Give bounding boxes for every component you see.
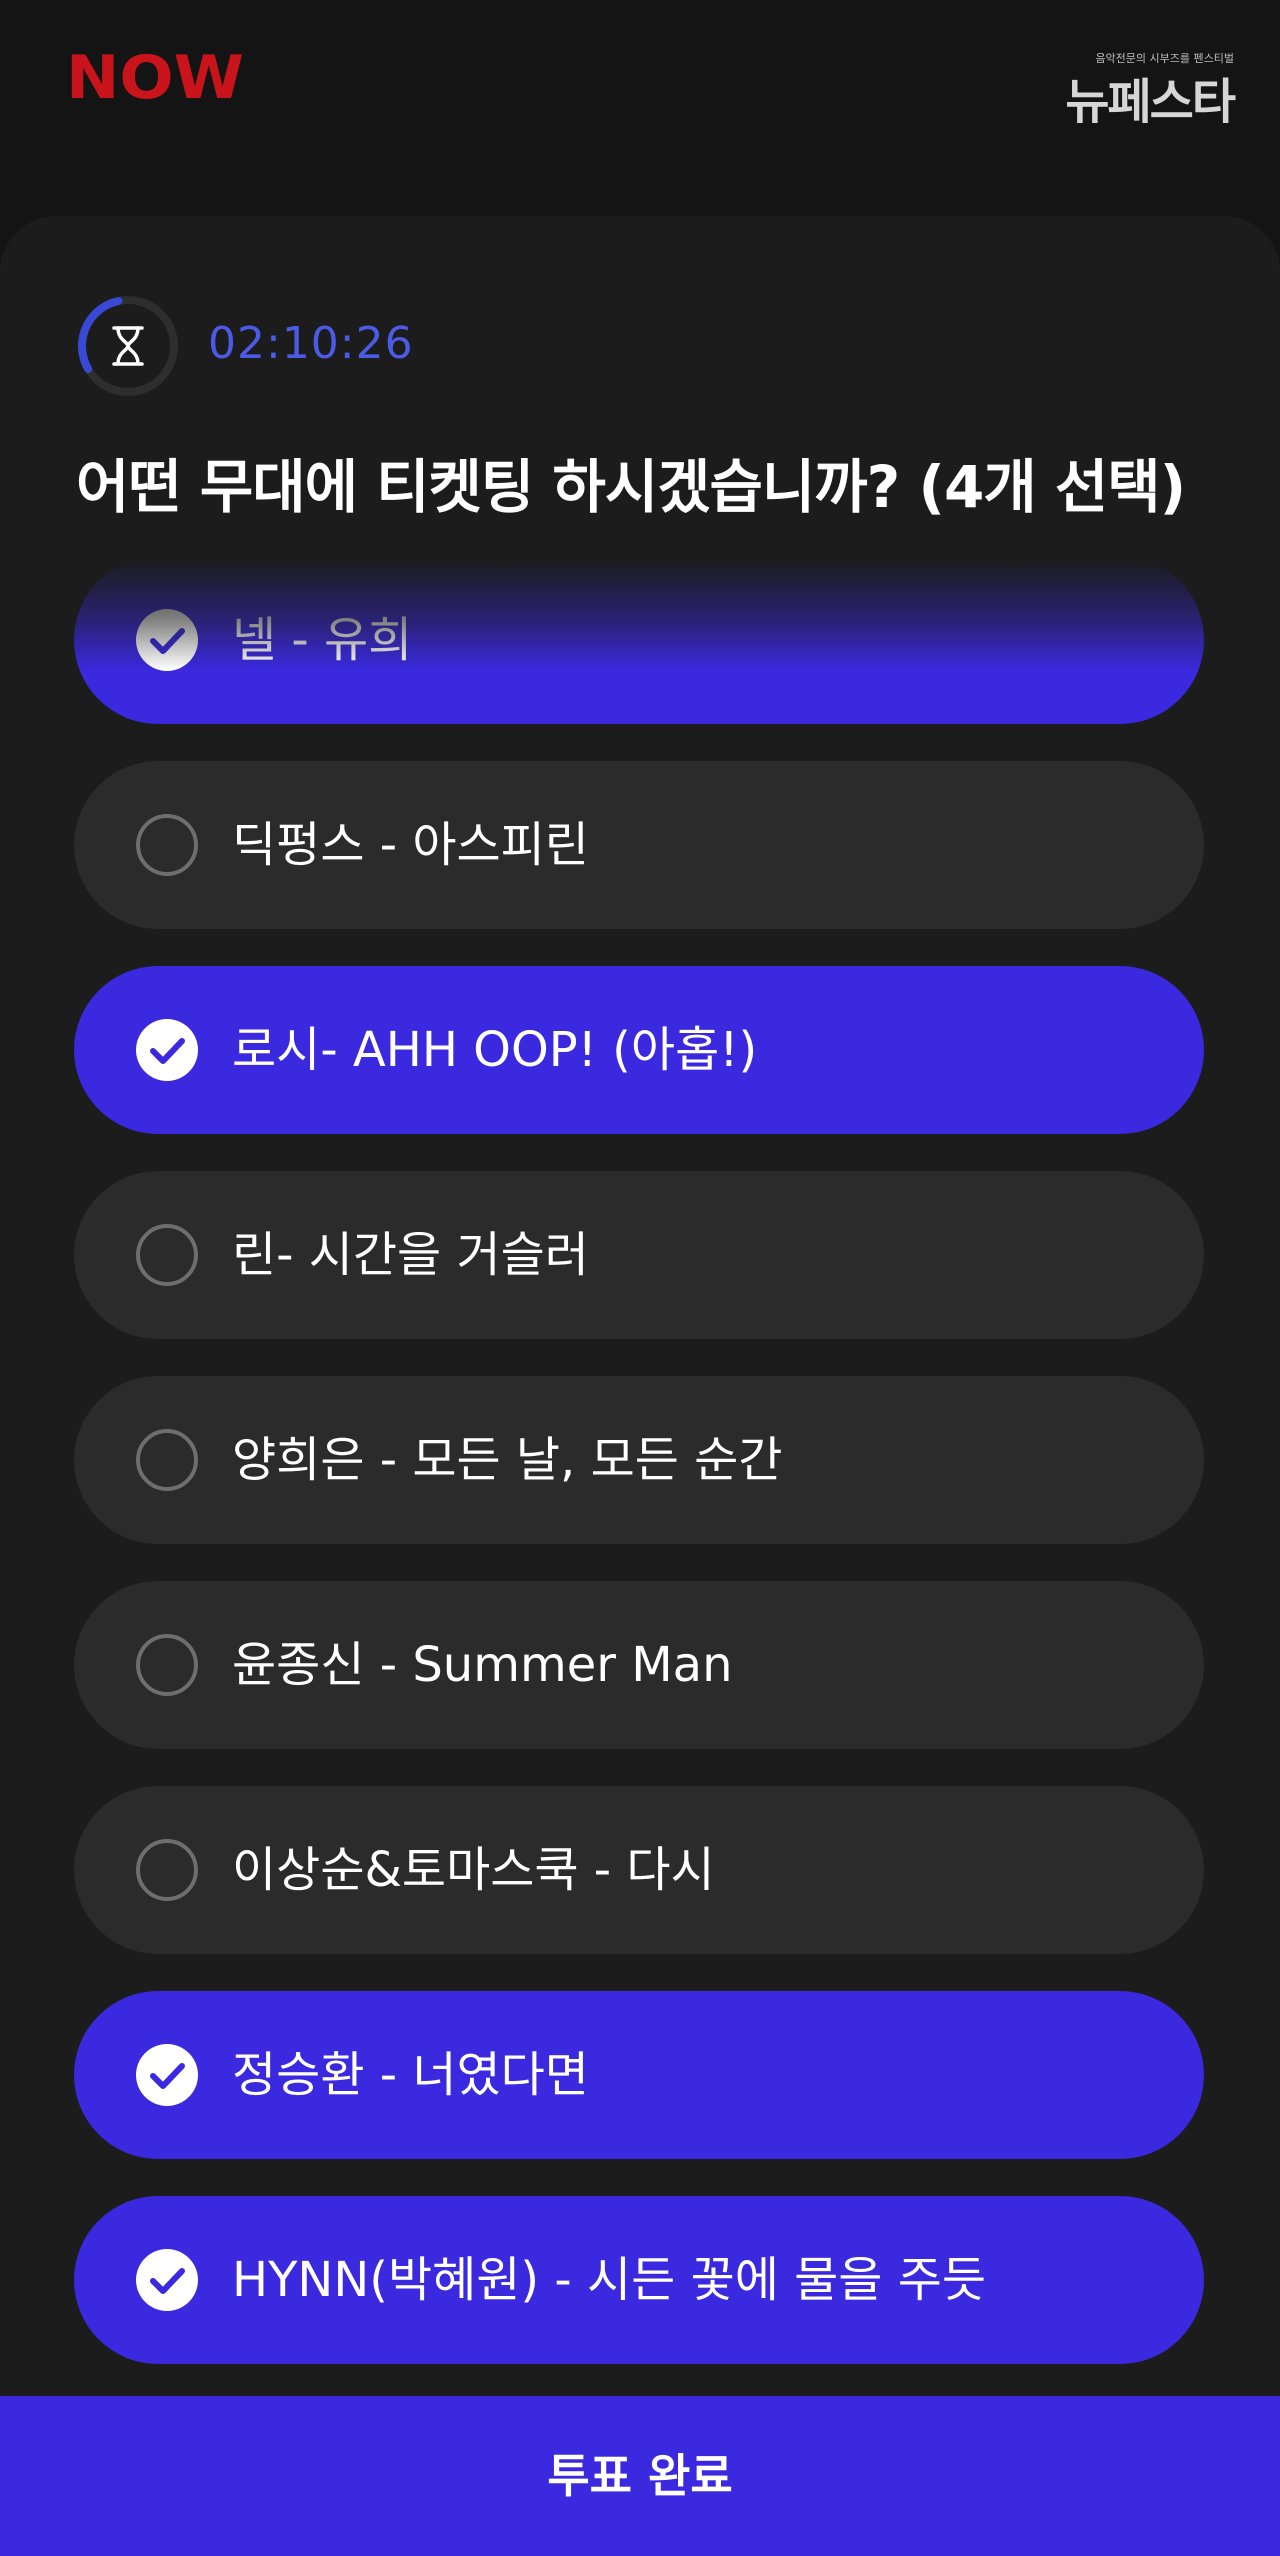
option-label: 정승환 - 너였다면 (232, 2047, 589, 2103)
timer-ring (77, 296, 178, 397)
option-label: 양희은 - 모든 날, 모든 순간 (232, 1432, 783, 1488)
option-item[interactable]: 로시- AHH OOP! (아홉!) (74, 966, 1204, 1134)
radio-check-icon (136, 814, 198, 876)
radio-check-icon (136, 1634, 198, 1696)
radio-check-icon (136, 2044, 198, 2106)
question-title: 어떤 무대에 티켓팅 하시겠습니까? (4개 선택) (76, 453, 1186, 521)
option-item[interactable]: 정승환 - 너였다면 (74, 1991, 1204, 2159)
option-item[interactable]: HYNN(박혜원) - 시든 꽃에 물을 주듯 (74, 2196, 1204, 2364)
submit-vote-button[interactable]: 투표 완료 (0, 2396, 1280, 2556)
top-bar: NOW 음악전문의 시부즈를 펜스티벌 뉴페스타 (0, 0, 1280, 216)
radio-check-icon (136, 1019, 198, 1081)
option-label: 린- 시간을 거슬러 (232, 1227, 589, 1283)
radio-check-icon (136, 1839, 198, 1901)
option-label: HYNN(박혜원) - 시든 꽃에 물을 주듯 (232, 2252, 987, 2308)
option-label: 로시- AHH OOP! (아홉!) (232, 1022, 758, 1078)
brand-name: 뉴페스타 (1065, 74, 1236, 130)
now-logo: NOW (66, 43, 244, 112)
hourglass-icon (112, 326, 144, 366)
option-item[interactable]: 딕펑스 - 아스피린 (74, 761, 1204, 929)
option-item[interactable]: 린- 시간을 거슬러 (74, 1171, 1204, 1339)
option-label: 윤종신 - Summer Man (232, 1637, 733, 1693)
radio-check-icon (136, 1224, 198, 1286)
option-label: 넬 - 유희 (232, 612, 413, 668)
options-list[interactable]: 넬 - 유희 딕펑스 - 아스피린 로시- AHH OOP! (아홉!) 린- … (0, 560, 1280, 2396)
option-item[interactable]: 이상순&토마스쿡 - 다시 (74, 1786, 1204, 1954)
radio-check-icon (136, 1429, 198, 1491)
option-label: 이상순&토마스쿡 - 다시 (232, 1842, 715, 1898)
option-item[interactable]: 양희은 - 모든 날, 모든 순간 (74, 1376, 1204, 1544)
option-item[interactable]: 넬 - 유희 (74, 560, 1204, 724)
option-label: 딕펑스 - 아스피린 (232, 817, 589, 873)
radio-check-icon (136, 2249, 198, 2311)
radio-check-icon (136, 609, 198, 671)
brand-logo: 음악전문의 시부즈를 펜스티벌 뉴페스타 (1019, 50, 1236, 130)
timer-countdown: 02:10:26 (208, 318, 414, 369)
option-item[interactable]: 윤종신 - Summer Man (74, 1581, 1204, 1749)
now-logo-text: NOW (66, 43, 244, 112)
